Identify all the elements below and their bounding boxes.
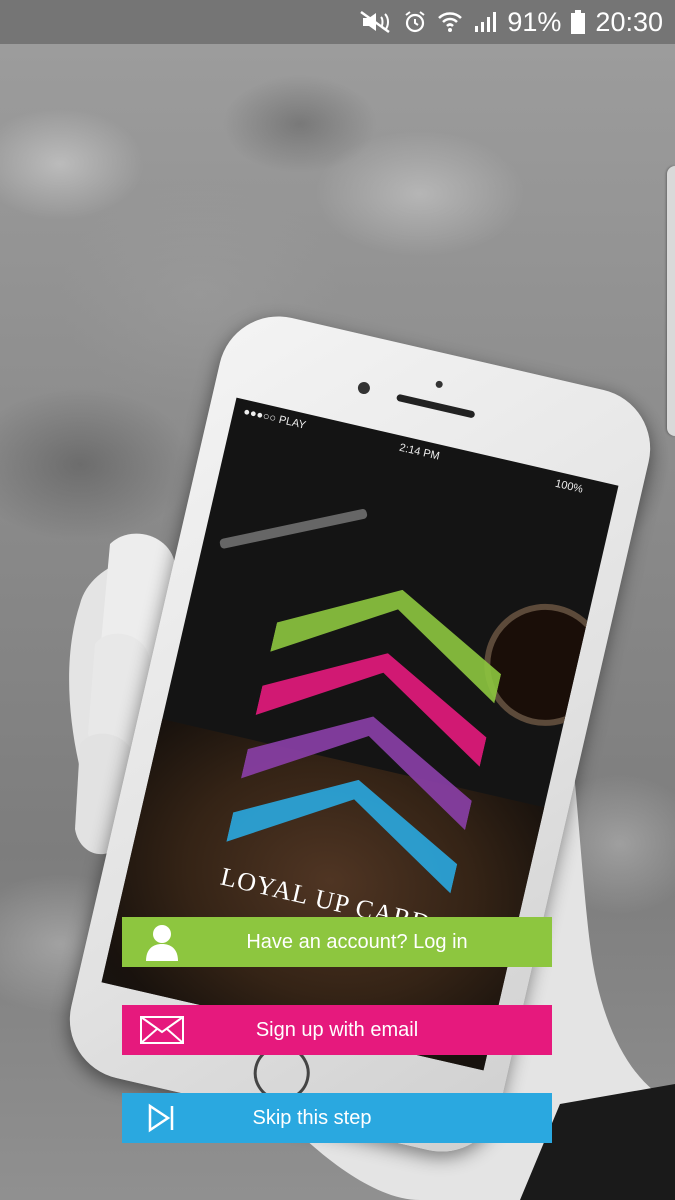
wifi-icon	[437, 10, 463, 34]
alarm-icon	[403, 10, 427, 34]
skip-button[interactable]: Skip this step	[122, 1093, 552, 1143]
mute-icon	[359, 10, 393, 34]
user-icon	[122, 923, 202, 961]
battery-icon	[571, 10, 586, 34]
signal-icon	[473, 10, 497, 34]
status-bar: 91% 20:30	[0, 0, 675, 44]
fork-icon	[219, 508, 368, 550]
phone-time: 2:14 PM	[398, 441, 441, 463]
clock: 20:30	[595, 6, 663, 37]
skip-icon	[122, 1103, 202, 1133]
phone-battery: 100%	[554, 477, 585, 496]
edge-panel-handle[interactable]	[667, 166, 675, 436]
envelope-icon	[122, 1016, 202, 1044]
login-button[interactable]: Have an account? Log in	[122, 917, 552, 967]
signup-email-button[interactable]: Sign up with email	[122, 1005, 552, 1055]
login-button-label: Have an account? Log in	[246, 930, 468, 953]
battery-percent: 91%	[507, 6, 562, 37]
